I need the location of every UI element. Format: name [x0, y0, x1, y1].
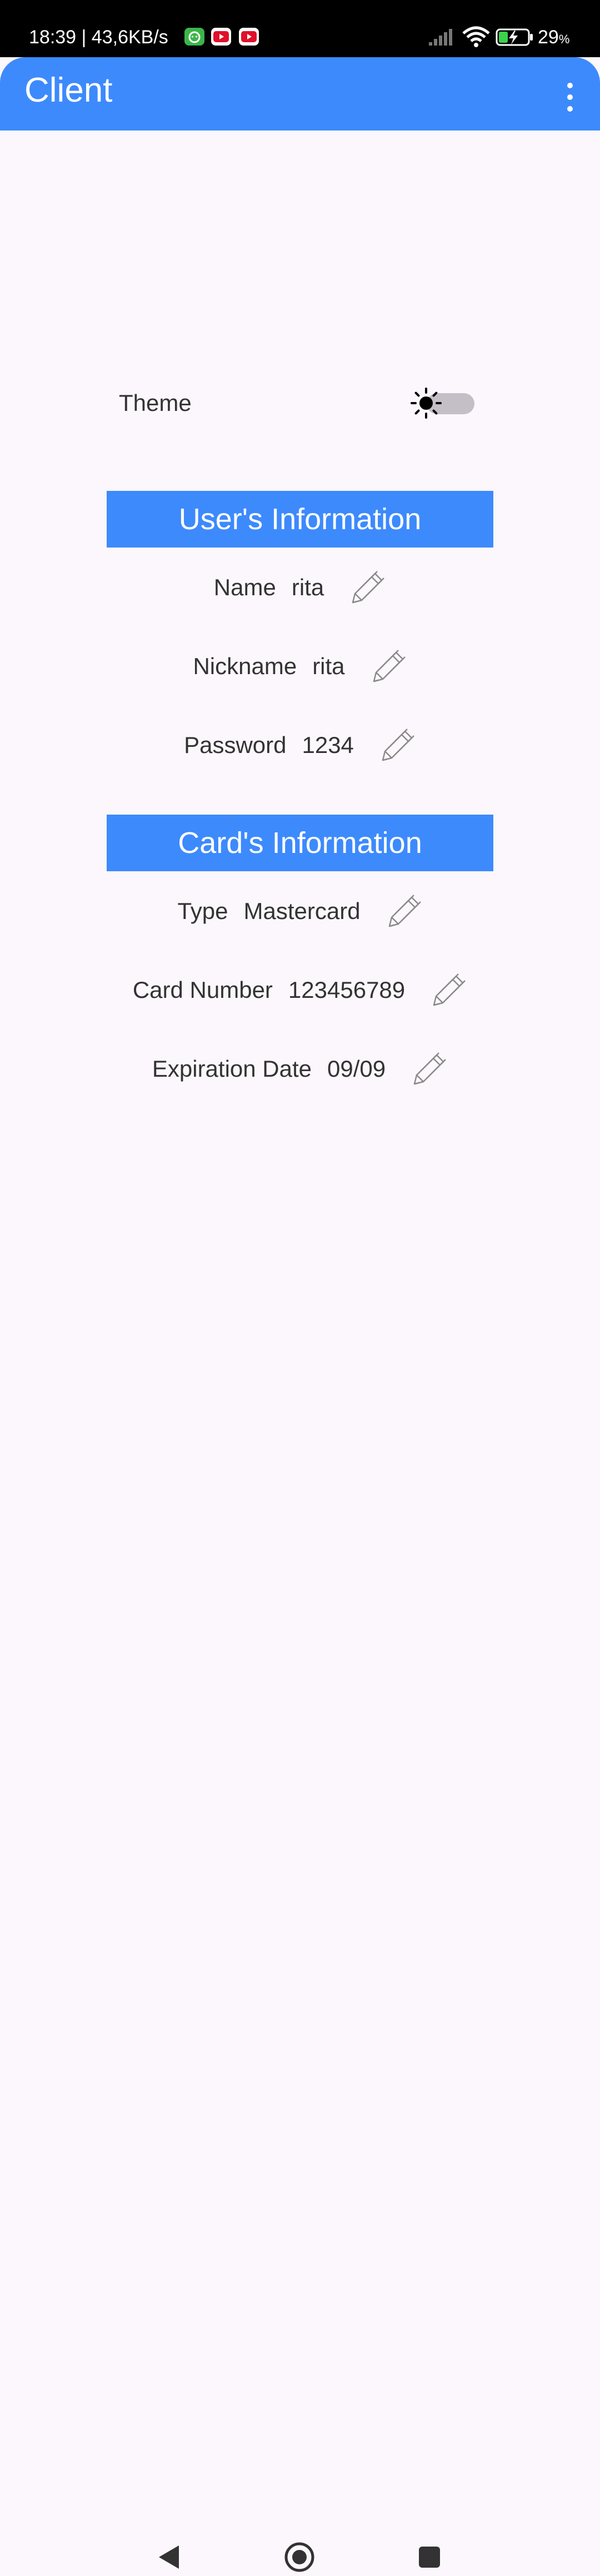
wifi-icon — [461, 26, 491, 51]
type-value: Mastercard — [243, 898, 361, 924]
system-nav-bar — [0, 1261, 600, 2572]
home-icon[interactable] — [283, 2541, 316, 2576]
name-label: Name — [213, 574, 276, 600]
youtube-notification-icon — [211, 28, 231, 46]
recents-icon[interactable] — [418, 2545, 441, 2572]
nickname-label: Nickname — [193, 653, 297, 679]
users-information-header: User's Information — [107, 491, 493, 548]
card-number-value: 123456789 — [288, 977, 406, 1003]
app-title: Client — [24, 71, 113, 109]
edit-pencil-icon[interactable] — [371, 648, 407, 685]
signal-icon — [428, 27, 456, 49]
overflow-menu-icon[interactable] — [560, 81, 580, 114]
youtube-notification-icon — [239, 28, 259, 46]
theme-label: Theme — [119, 390, 192, 416]
cat-app-notification-icon — [184, 28, 204, 46]
expiration-date-row: Expiration Date 09/09 — [0, 1050, 600, 1088]
nickname-value: rita — [312, 653, 345, 679]
app-bar: Client — [0, 57, 600, 130]
card-number-label: Card Number — [132, 977, 273, 1003]
battery-icon — [496, 28, 534, 49]
edit-pencil-icon[interactable] — [379, 727, 416, 764]
edit-pencil-icon[interactable] — [411, 1051, 448, 1087]
sun-icon — [410, 387, 442, 419]
status-bar: 18:39 | 43,6KB/s 29% — [0, 0, 600, 57]
type-row: Type Mastercard — [0, 892, 600, 931]
nickname-row: Nickname rita — [0, 647, 600, 686]
password-label: Password — [184, 732, 287, 758]
password-value: 1234 — [302, 732, 354, 758]
cards-information-header: Card's Information — [107, 815, 493, 871]
theme-toggle[interactable] — [410, 387, 477, 419]
edit-pencil-icon[interactable] — [349, 569, 386, 606]
expiration-date-label: Expiration Date — [152, 1056, 312, 1082]
status-time: 18:39 | 43,6KB/s — [29, 27, 168, 48]
expiration-date-value: 09/09 — [327, 1056, 386, 1082]
name-row: Name rita — [0, 568, 600, 607]
back-icon[interactable] — [157, 2543, 181, 2574]
card-number-row: Card Number 123456789 — [0, 971, 600, 1010]
password-row: Password 1234 — [0, 726, 600, 765]
edit-pencil-icon[interactable] — [386, 893, 423, 930]
type-label: Type — [177, 898, 228, 924]
battery-percent: 29% — [538, 27, 570, 48]
edit-pencil-icon[interactable] — [431, 972, 467, 1008]
name-value: rita — [291, 574, 324, 600]
